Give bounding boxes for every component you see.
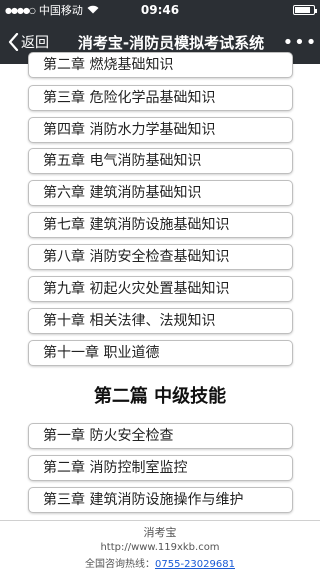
hotline-phone-link[interactable]: 0755-23029681: [155, 559, 235, 569]
footer-brand: 消考宝: [143, 526, 177, 539]
chapter-item[interactable]: 第六章 建筑消防基础知识: [28, 180, 293, 206]
chapter-item[interactable]: 第三章 建筑消防设施操作与维护: [28, 487, 293, 513]
chevron-left-icon: [8, 33, 19, 51]
chapter-item[interactable]: 第一章 防火安全检查: [28, 423, 293, 449]
battery-fill: [295, 7, 311, 13]
footer-url[interactable]: http://www.119xkb.com: [0, 542, 320, 553]
chapter-item[interactable]: 第十章 相关法律、法规知识: [28, 308, 293, 334]
battery-icon: [293, 5, 317, 15]
chapter-item[interactable]: 第九章 初起火灾处置基础知识: [28, 276, 293, 302]
chapter-item[interactable]: 第三章 危险化学品基础知识: [28, 85, 293, 111]
chapter-item[interactable]: 第八章 消防安全检查基础知识: [28, 244, 293, 270]
page-title: 消考宝-消防员模拟考试系统: [77, 33, 265, 52]
signal-icon: ●●●●○: [5, 5, 36, 15]
chapter-item[interactable]: 第十一章 职业道德: [28, 340, 293, 366]
chapter-item[interactable]: 第四章 消防水力学基础知识: [28, 117, 293, 143]
chapter-item[interactable]: 第五章 电气消防基础知识: [28, 148, 293, 174]
wifi-icon: [87, 4, 99, 17]
footer: 消考宝 http://www.119xkb.com 全国咨询热线：0755-23…: [0, 520, 320, 569]
chapter-item[interactable]: 第七章 建筑消防设施基础知识: [28, 212, 293, 238]
carrier-label: 中国移动: [38, 4, 83, 17]
hotline-label: 全国咨询热线：: [85, 559, 156, 569]
chapter-item[interactable]: 第二章 消防控制室监控: [28, 455, 293, 481]
section-title: 第二篇 中级技能: [93, 386, 227, 407]
chapter-item[interactable]: 第二章 燃烧基础知识: [28, 52, 293, 78]
back-label: 返回: [21, 35, 49, 51]
status-bar: ●●●●○ 中国移动 09:46: [0, 0, 320, 20]
footer-hotline: 全国咨询热线：0755-23029681: [0, 555, 320, 569]
status-left: ●●●●○ 中国移动: [5, 2, 99, 18]
